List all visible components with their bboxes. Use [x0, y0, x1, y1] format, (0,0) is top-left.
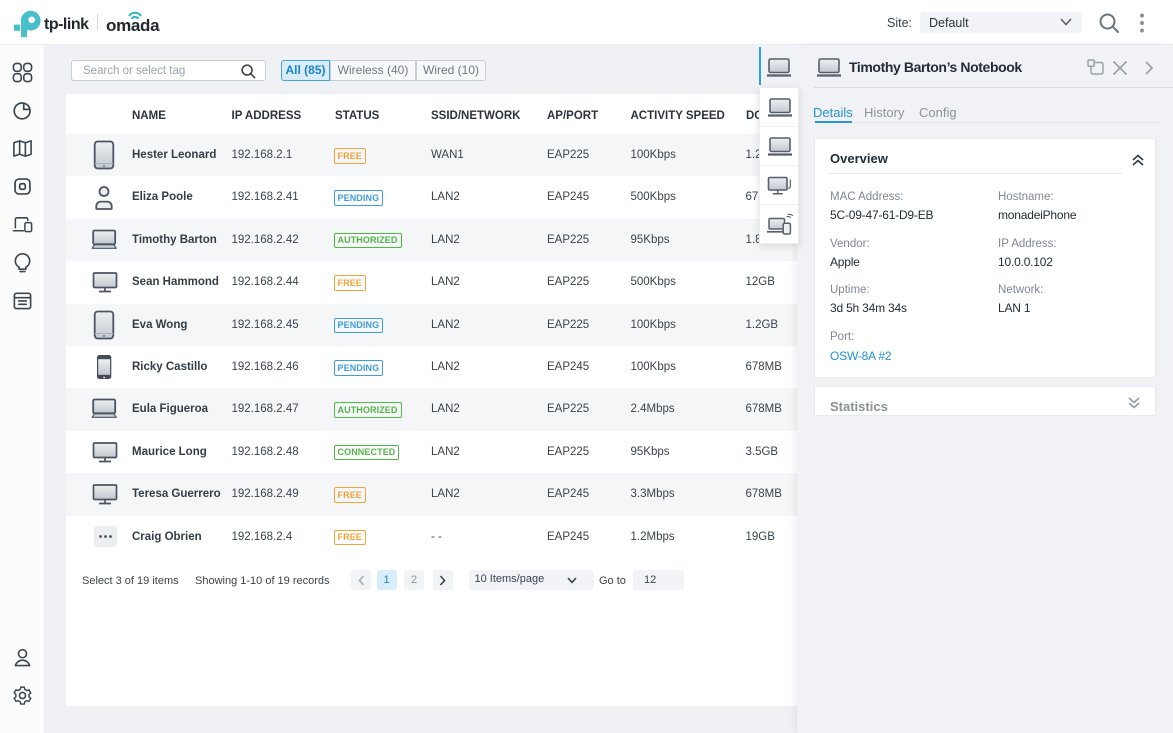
svg-text:tp-link: tp-link	[44, 16, 89, 33]
svg-text:omada: omada	[106, 16, 160, 35]
